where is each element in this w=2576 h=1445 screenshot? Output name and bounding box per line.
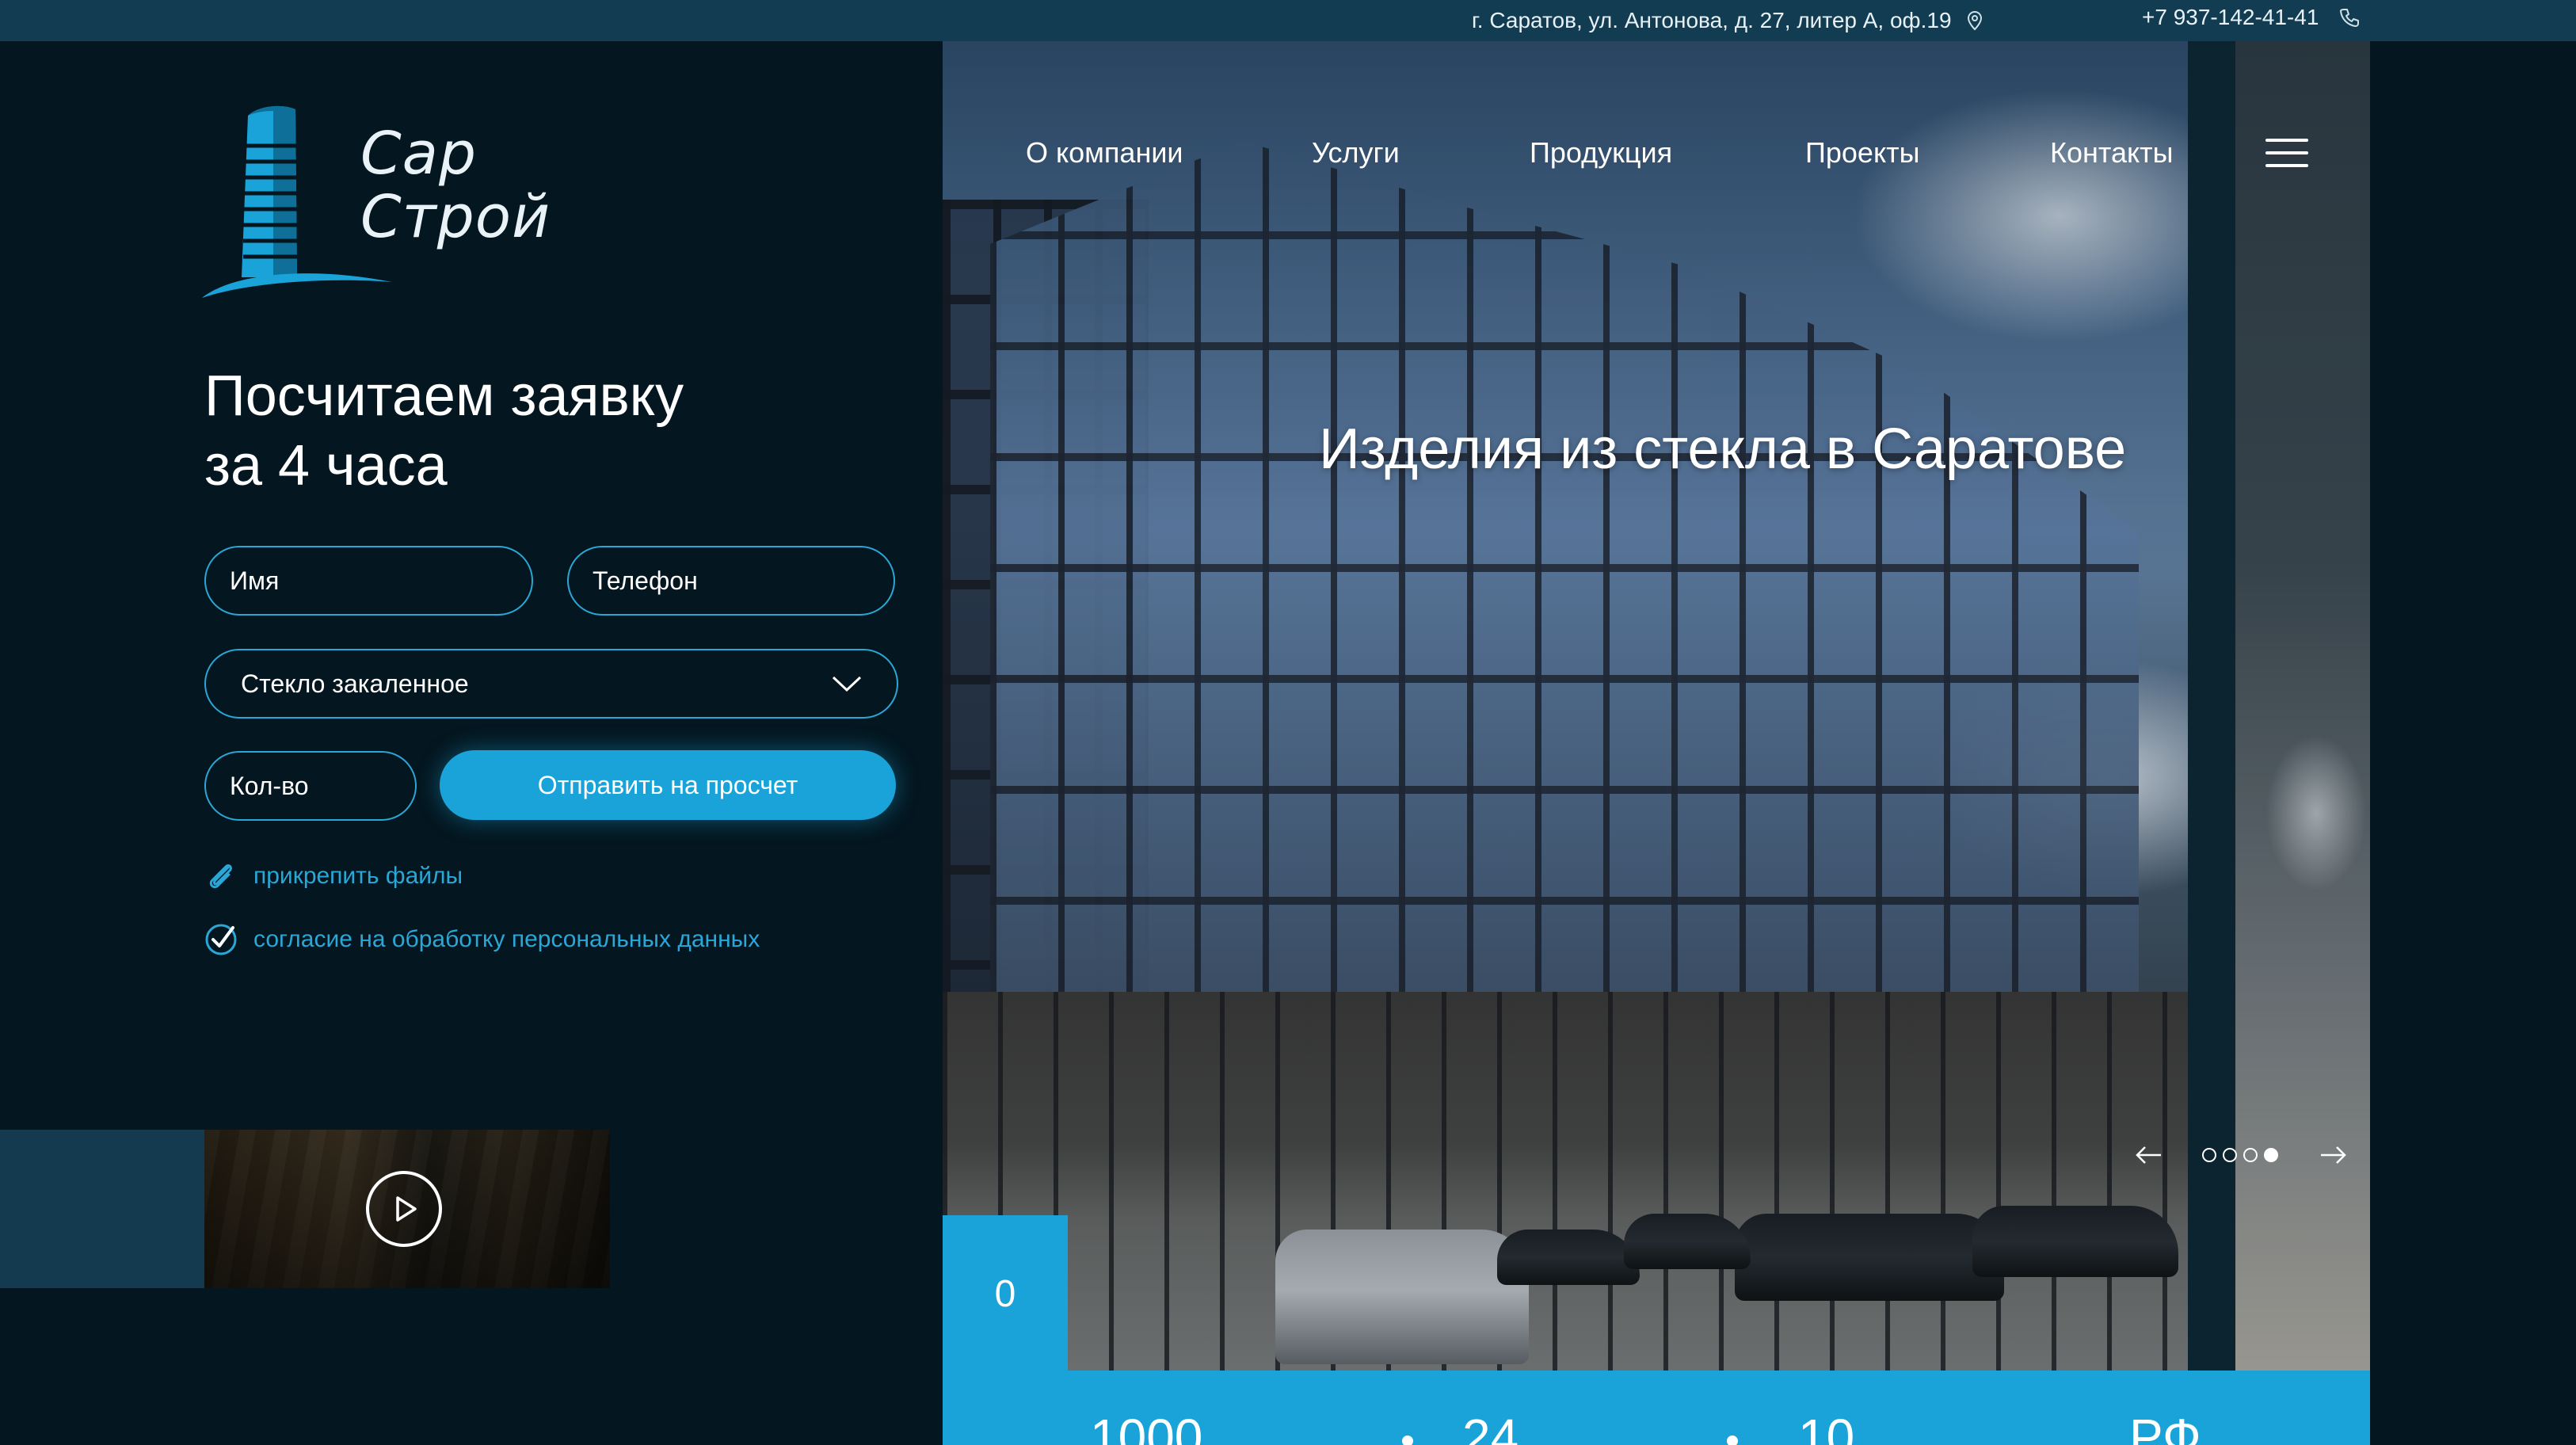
top-bar: г. Саратов, ул. Антонова, д. 27, литер А… (0, 0, 2576, 41)
phone-icon (2339, 7, 2360, 28)
logo-line1: Сар (360, 120, 477, 188)
slider-dot-2[interactable] (2223, 1148, 2237, 1162)
product-select[interactable]: Стекло закаленное (204, 649, 898, 719)
checkbox-checked-icon (205, 924, 237, 955)
name-input[interactable] (230, 566, 508, 596)
quantity-input[interactable] (230, 771, 391, 801)
phone-input[interactable] (593, 566, 870, 596)
video-thumbnail[interactable] (204, 1130, 610, 1288)
hamburger-menu-icon[interactable] (2265, 137, 2308, 169)
paperclip-icon (209, 864, 232, 889)
slider-dot-1[interactable] (2202, 1148, 2216, 1162)
arrow-left-icon[interactable] (2134, 1146, 2163, 1165)
video-accent-block (0, 1130, 204, 1288)
stat-value: 1000 (1090, 1409, 1203, 1445)
hero-overlay (943, 41, 2370, 1372)
play-icon (396, 1196, 417, 1222)
product-select-value: Стекло закаленное (241, 669, 469, 698)
logo[interactable]: Сар Строй (202, 98, 582, 304)
slider-dots (2202, 1148, 2278, 1162)
logo-text: Сар Строй (360, 122, 551, 249)
nav-item-about[interactable]: О компании (1026, 132, 1183, 174)
stat-value: РФ (2129, 1409, 2201, 1445)
address[interactable]: г. Саратов, ул. Антонова, д. 27, литер А… (1472, 6, 1985, 35)
stat-value: 10 (1798, 1409, 1855, 1445)
stat-value: 24 (1462, 1409, 1519, 1445)
slider-dot-3[interactable] (2243, 1148, 2258, 1162)
counter-box: 0 (943, 1215, 1068, 1372)
address-text: г. Саратов, ул. Антонова, д. 27, литер А… (1472, 8, 1952, 32)
nav-item-services[interactable]: Услуги (1312, 132, 1400, 174)
logo-line2: Строй (360, 183, 551, 251)
phone-field[interactable] (567, 546, 895, 616)
nav-item-projects[interactable]: Проекты (1805, 132, 1919, 174)
arrow-right-icon[interactable] (2319, 1146, 2348, 1165)
main-nav: О компании Услуги Продукция Проекты Конт… (1026, 125, 2309, 181)
slider-dot-4[interactable] (2264, 1148, 2278, 1162)
hero-title: Изделия из стекла в Саратове (1319, 417, 2127, 481)
consent-checkbox[interactable]: согласие на обработку персональных данны… (204, 921, 760, 959)
form-title-line2: за 4 часа (204, 434, 448, 498)
phone-text: +7 937-142-41-41 (2142, 5, 2319, 29)
form-title: Посчитаем заявку за 4 часа (204, 361, 759, 501)
map-pin-icon (1964, 10, 1985, 31)
stats-bar: 1000 24 10 РФ (943, 1371, 2370, 1445)
counter-value: 0 (994, 1272, 1016, 1315)
form-title-line1: Посчитаем заявку (204, 364, 684, 428)
consent-label: согласие на обработку персональных данны… (253, 926, 760, 952)
submit-button[interactable]: Отправить на просчет (440, 750, 896, 820)
attach-files-label: прикрепить файлы (253, 863, 463, 889)
attach-files-link[interactable]: прикрепить файлы (204, 857, 463, 895)
chevron-down-icon (832, 676, 862, 692)
play-button[interactable] (366, 1171, 442, 1247)
nav-item-contacts[interactable]: Контакты (2050, 132, 2174, 174)
nav-item-products[interactable]: Продукция (1530, 132, 1672, 174)
name-field[interactable] (204, 546, 533, 616)
next-slide-preview[interactable] (2235, 41, 2370, 1372)
phone-link[interactable]: +7 937-142-41-41 (2142, 3, 2360, 32)
stat-separator (1402, 1435, 1413, 1445)
stat-separator (1727, 1435, 1738, 1445)
quantity-field[interactable] (204, 751, 417, 821)
hero-slider: Изделия из стекла в Саратове (943, 41, 2370, 1372)
